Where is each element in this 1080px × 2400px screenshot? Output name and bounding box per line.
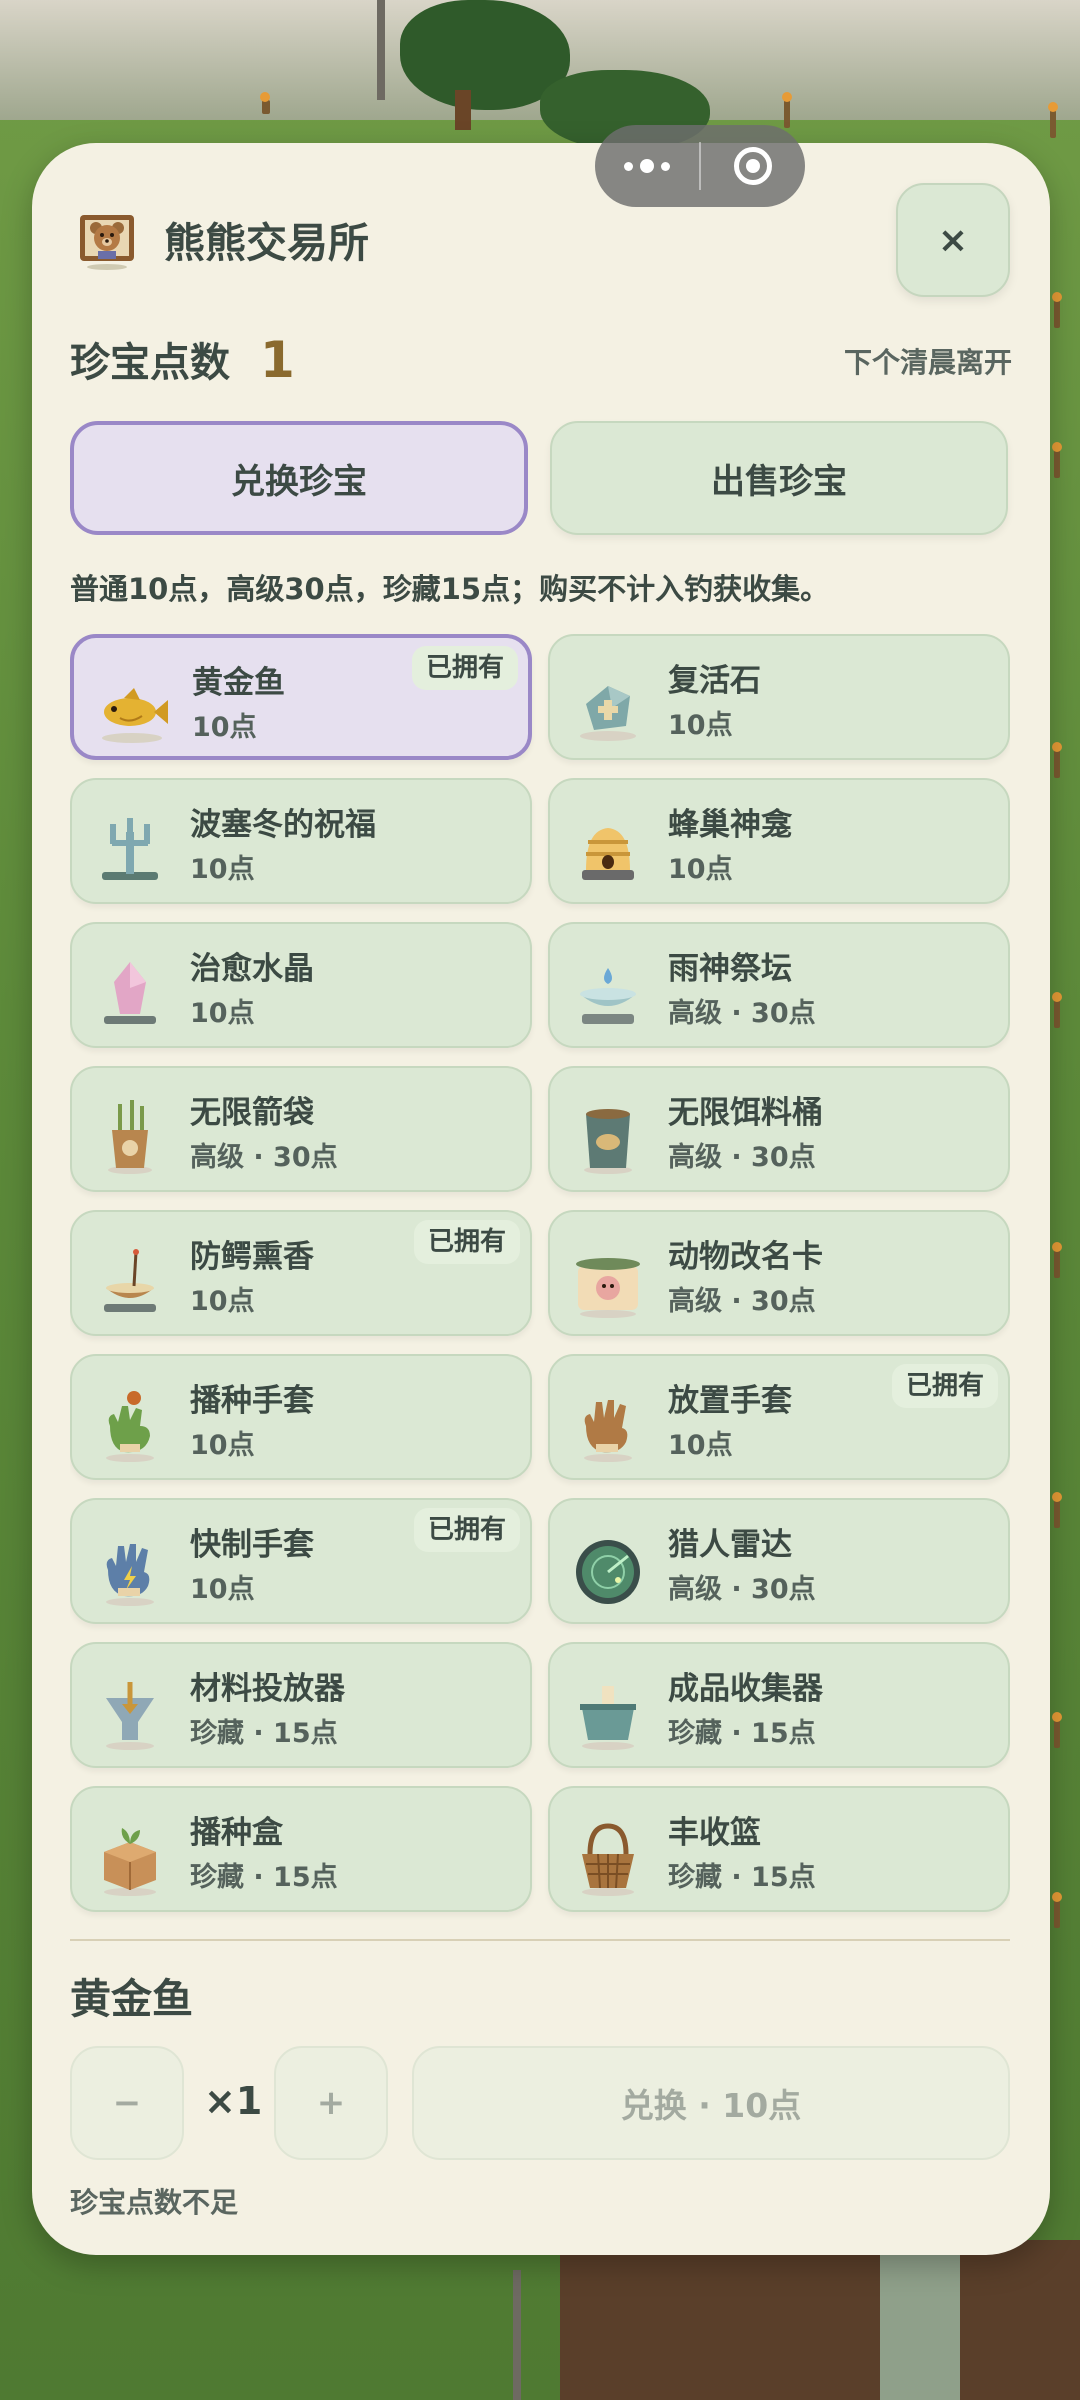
miniprogram-capsule (595, 125, 805, 207)
treasure-name: 播种手套 (190, 1383, 314, 1419)
treasure-card-material-dispenser[interactable]: 材料投放器 珍藏 · 15点 (70, 1642, 532, 1768)
treasure-card-rain-altar[interactable]: 雨神祭坛 高级 · 30点 (548, 922, 1010, 1048)
treasure-price: 高级 · 30点 (668, 998, 816, 1029)
radar-icon (572, 1530, 644, 1610)
treasure-price: 珍藏 · 15点 (668, 1862, 816, 1893)
bear-portrait-icon (76, 211, 138, 273)
treasure-card-product-collector[interactable]: 成品收集器 珍藏 · 15点 (548, 1642, 1010, 1768)
treasure-price: 10点 (668, 1430, 733, 1461)
treasure-price: 10点 (668, 710, 733, 741)
treasure-card-placing-glove[interactable]: 放置手套 10点 已拥有 (548, 1354, 1010, 1480)
treasure-points-label: 珍宝点数 (70, 340, 230, 386)
treasure-price: 10点 (190, 854, 255, 885)
trident-icon (94, 810, 166, 890)
treasure-name: 雨神祭坛 (668, 951, 792, 987)
owned-badge: 已拥有 (891, 1364, 998, 1408)
dispenser-icon (94, 1674, 166, 1754)
tab-sell-treasure[interactable]: 出售珍宝 (550, 421, 1008, 535)
treasure-name: 波塞冬的祝福 (190, 807, 376, 843)
treasure-price: 珍藏 · 15点 (190, 1862, 338, 1893)
treasure-name: 放置手套 (668, 1383, 792, 1419)
seed-box-icon (94, 1818, 166, 1898)
treasure-price: 高级 · 30点 (668, 1574, 816, 1605)
bait-bucket-icon (572, 1098, 644, 1178)
more-options-icon[interactable] (595, 125, 699, 207)
treasure-name: 防鳄熏香 (190, 1239, 314, 1275)
departure-notice: 下个清晨离开 (843, 346, 1012, 379)
crafting-glove-icon (94, 1530, 166, 1610)
treasure-card-quick-craft-glove[interactable]: 快制手套 10点 已拥有 (70, 1498, 532, 1624)
owned-badge: 已拥有 (411, 646, 518, 690)
harvest-basket-icon (572, 1818, 644, 1898)
trading-post-panel: 熊熊交易所 × 珍宝点数 1 下个清晨离开 兑换珍宝 出售珍宝 普通10点，高级… (32, 143, 1050, 2255)
treasure-grid: 黄金鱼 10点 已拥有 复活石 10点 波塞冬的祝福 10点 蜂巢神龛 10点 … (70, 634, 1010, 2057)
treasure-price: 10点 (190, 1286, 255, 1317)
treasure-name: 播种盒 (190, 1815, 283, 1851)
panel-title: 熊熊交易所 (164, 219, 369, 267)
exit-miniprogram-icon[interactable] (701, 125, 805, 207)
treasure-price: 10点 (192, 712, 257, 743)
treasure-price: 高级 · 30点 (190, 1142, 338, 1173)
beehive-shrine-icon (572, 810, 644, 890)
close-button[interactable]: × (896, 183, 1010, 297)
treasure-card-seed-box[interactable]: 播种盒 珍藏 · 15点 (70, 1786, 532, 1912)
treasure-price: 珍藏 · 15点 (190, 1718, 338, 1749)
increase-quantity-button[interactable]: + (274, 2046, 388, 2160)
treasure-card-hunter-radar[interactable]: 猎人雷达 高级 · 30点 (548, 1498, 1010, 1624)
incense-icon (94, 1242, 166, 1322)
treasure-price: 高级 · 30点 (668, 1286, 816, 1317)
tab-redeem-treasure[interactable]: 兑换珍宝 (70, 421, 528, 535)
treasure-name: 丰收篮 (668, 1815, 761, 1851)
treasure-card-poseidon-blessing[interactable]: 波塞冬的祝福 10点 (70, 778, 532, 904)
section-divider (70, 1939, 1010, 1941)
owned-badge: 已拥有 (413, 1508, 520, 1552)
treasure-price: 高级 · 30点 (668, 1142, 816, 1173)
owned-badge: 已拥有 (413, 1220, 520, 1264)
treasure-card-healing-crystal[interactable]: 治愈水晶 10点 (70, 922, 532, 1048)
redeem-button[interactable]: 兑换 · 10点 (412, 2046, 1010, 2160)
treasure-card-sowing-glove[interactable]: 播种手套 10点 (70, 1354, 532, 1480)
quiver-icon (94, 1098, 166, 1178)
treasure-price: 10点 (190, 998, 255, 1029)
sowing-glove-icon (94, 1386, 166, 1466)
treasure-name: 成品收集器 (668, 1671, 823, 1707)
treasure-price: 10点 (668, 854, 733, 885)
close-icon: × (937, 219, 969, 261)
treasure-card-harvest-basket[interactable]: 丰收篮 珍藏 · 15点 (548, 1786, 1010, 1912)
treasure-card-golden-fish[interactable]: 黄金鱼 10点 已拥有 (70, 634, 532, 760)
placing-glove-icon (572, 1386, 644, 1466)
treasure-points-value: 1 (260, 331, 295, 389)
treasure-name: 无限饵料桶 (668, 1095, 823, 1131)
treasure-card-revival-stone[interactable]: 复活石 10点 (548, 634, 1010, 760)
treasure-card-animal-rename-card[interactable]: 动物改名卡 高级 · 30点 (548, 1210, 1010, 1336)
treasure-name: 黄金鱼 (192, 665, 285, 701)
revival-stone-icon (572, 666, 644, 746)
healing-crystal-icon (94, 954, 166, 1034)
treasure-price: 珍藏 · 15点 (668, 1718, 816, 1749)
treasure-card-crocodile-incense[interactable]: 防鳄熏香 10点 已拥有 (70, 1210, 532, 1336)
treasure-name: 无限箭袋 (190, 1095, 314, 1131)
treasure-card-infinite-bait-bucket[interactable]: 无限饵料桶 高级 · 30点 (548, 1066, 1010, 1192)
treasure-card-beehive-shrine[interactable]: 蜂巢神龛 10点 (548, 778, 1010, 904)
treasure-name: 复活石 (668, 663, 761, 699)
selected-treasure-name: 黄金鱼 (70, 1975, 193, 2023)
treasure-name: 材料投放器 (190, 1671, 345, 1707)
treasure-card-infinite-quiver[interactable]: 无限箭袋 高级 · 30点 (70, 1066, 532, 1192)
collector-icon (572, 1674, 644, 1754)
treasure-name: 治愈水晶 (190, 951, 314, 987)
quantity-value: ×1 (204, 2079, 263, 2123)
treasure-price: 10点 (190, 1430, 255, 1461)
insufficient-points-message: 珍宝点数不足 (70, 2186, 239, 2219)
treasure-name: 动物改名卡 (668, 1239, 823, 1275)
rain-altar-icon (572, 954, 644, 1034)
treasure-name: 快制手套 (190, 1527, 314, 1563)
decrease-quantity-button[interactable]: − (70, 2046, 184, 2160)
treasure-price: 10点 (190, 1574, 255, 1605)
rename-card-icon (572, 1242, 644, 1322)
treasure-name: 蜂巢神龛 (668, 807, 792, 843)
treasure-name: 猎人雷达 (668, 1527, 792, 1563)
pricing-note: 普通10点，高级30点，珍藏15点；购买不计入钓获收集。 (70, 572, 830, 606)
golden-fish-icon (96, 668, 168, 748)
